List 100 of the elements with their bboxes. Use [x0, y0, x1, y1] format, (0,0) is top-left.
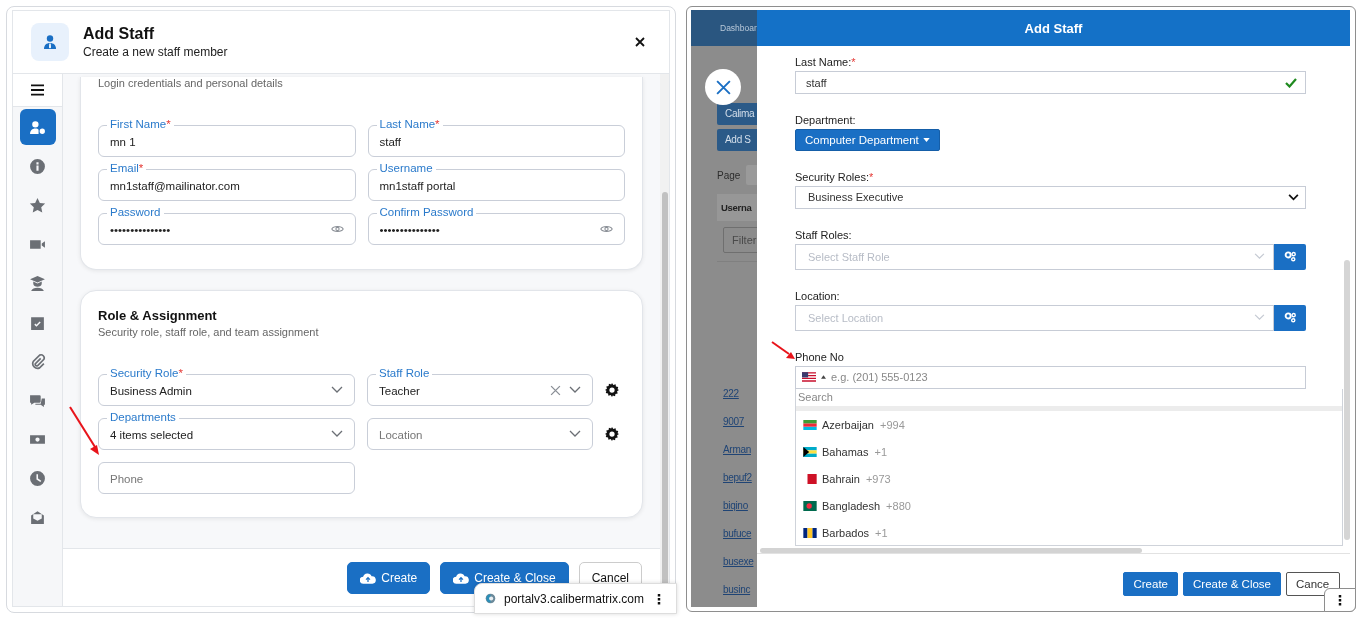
field-label: Staff Role: [376, 367, 433, 380]
field-label: Security Role*: [107, 367, 186, 380]
pager-label: Page: [717, 169, 741, 181]
envelope-icon: [29, 508, 46, 526]
field-label: Last Name*: [376, 118, 443, 131]
field-label: Staff Roles:: [795, 228, 853, 241]
chevron-down-icon: [331, 430, 343, 438]
settings-icon[interactable]: [605, 427, 619, 441]
eye-icon[interactable]: [600, 224, 613, 234]
table-link[interactable]: bufuce: [723, 520, 752, 548]
clock-icon: [29, 469, 46, 487]
more-menu[interactable]: ⋮: [652, 590, 666, 607]
table-link[interactable]: businc: [723, 576, 751, 604]
annotation-arrow: [771, 341, 797, 361]
dropdown-button[interactable]: Computer Department: [795, 129, 940, 152]
settings-icon[interactable]: [605, 383, 619, 397]
flag-icon: [803, 419, 817, 430]
action-button[interactable]: Create & Close: [1183, 572, 1281, 596]
nav-link[interactable]: Dashboar: [720, 23, 757, 33]
cloud-upload-icon: [453, 572, 470, 584]
input-field[interactable]: Password •••••••••••••••: [98, 206, 356, 245]
table-link[interactable]: Arman: [723, 436, 751, 464]
field-label: First Name*: [107, 118, 174, 131]
chevron-down-icon: [1254, 253, 1265, 261]
gears-icon: [1283, 312, 1297, 324]
clear-icon[interactable]: [550, 384, 561, 396]
url-text: portalv3.calibermatrix.com: [503, 591, 644, 606]
caret-icon: [922, 138, 930, 143]
action-button[interactable]: Cance: [1286, 572, 1340, 596]
field-label: Location:: [795, 289, 841, 302]
caret-icon: [821, 375, 826, 380]
country-option[interactable]: Bangladesh +880: [796, 492, 1342, 519]
input-field[interactable]: First Name* mn 1: [98, 118, 356, 157]
field-label: Username: [376, 162, 436, 175]
search-field[interactable]: Search: [796, 389, 1342, 406]
close-icon[interactable]: [635, 37, 645, 47]
phone-number-input[interactable]: e.g. (201) 555-0123: [795, 365, 1306, 389]
flag-icon: [803, 446, 817, 457]
menu-icon[interactable]: [31, 84, 44, 96]
check-icon: [1285, 77, 1297, 88]
input-field[interactable]: staff: [795, 71, 1306, 95]
field-label: Email*: [107, 162, 147, 175]
country-option[interactable]: Bahrain +973: [796, 465, 1342, 492]
chevron-down-icon: [569, 386, 581, 394]
table-link[interactable]: busexe: [723, 548, 754, 576]
country-option[interactable]: Azerbaijan +994: [796, 411, 1342, 438]
table-link[interactable]: biqino: [723, 492, 748, 520]
section-subtitle: Security role, staff role, and team assignment: [98, 326, 320, 338]
select-field[interactable]: Staff Role Teacher: [367, 367, 593, 406]
chevron-down-icon: [331, 386, 343, 394]
star-icon: [29, 196, 46, 214]
scrollbar-thumb[interactable]: [760, 548, 1142, 553]
close-icon: [714, 78, 732, 96]
chevron-down-icon: [1288, 193, 1299, 201]
flag-icon[interactable]: [802, 372, 816, 383]
field-label: Last Name:*: [795, 56, 857, 68]
action-button[interactable]: Create: [347, 562, 431, 594]
action-button[interactable]: Create: [1123, 572, 1178, 596]
settings-button[interactable]: [1274, 243, 1306, 270]
info-icon: [29, 157, 46, 175]
scrollbar-thumb[interactable]: [1344, 260, 1350, 540]
section-subtitle: Login credentials and personal details: [98, 77, 284, 89]
table-link[interactable]: bepuf2: [723, 464, 752, 492]
field-label: Confirm Password: [376, 206, 477, 219]
country-option[interactable]: Barbados +1: [796, 519, 1342, 545]
gears-icon: [1283, 251, 1297, 263]
graduate-icon: [29, 274, 46, 292]
user-gear-icon: [29, 118, 46, 136]
field-label: Departments: [107, 411, 179, 424]
select-field[interactable]: Business Executive: [795, 186, 1306, 209]
input-field[interactable]: Last Name* staff: [367, 118, 625, 157]
annotation-arrow: [68, 405, 102, 457]
input-field[interactable]: Email* mn1staff@mailinator.com: [98, 162, 356, 201]
dialog-title: Add Staff: [83, 25, 156, 43]
country-option[interactable]: Bahamas +1: [796, 438, 1342, 465]
cloud-upload-icon: [360, 572, 377, 584]
table-link[interactable]: 222: [723, 380, 739, 408]
dialog-subtitle: Create a new staff member: [83, 45, 229, 59]
globe-icon: [485, 591, 496, 606]
field-label: Security Roles:*: [795, 171, 875, 184]
input-field[interactable]: Phone: [98, 455, 355, 494]
flag-icon: [803, 527, 817, 538]
section-title: Role & Assignment: [98, 308, 218, 323]
settings-button[interactable]: [1274, 304, 1306, 331]
staff-icon: [31, 23, 69, 61]
modal-title: Add Staff: [1024, 20, 1083, 36]
chevron-down-icon: [1254, 314, 1265, 322]
flag-icon: [803, 500, 817, 511]
select-field[interactable]: Security Role* Business Admin: [98, 367, 355, 406]
chevron-down-icon: [569, 430, 581, 438]
field-label: Department:: [795, 114, 857, 127]
field-label: Phone No: [795, 350, 845, 363]
field-label: Password: [107, 206, 164, 219]
select-field[interactable]: Departments 4 items selected: [98, 411, 355, 450]
input-field[interactable]: Confirm Password •••••••••••••••: [367, 206, 625, 245]
eye-icon[interactable]: [330, 224, 344, 234]
input-field[interactable]: Username mn1staff portal: [367, 162, 625, 201]
table-link[interactable]: 9007: [723, 408, 745, 436]
sidebar-item[interactable]: [19, 109, 56, 145]
select-field[interactable]: Location: [367, 411, 593, 450]
